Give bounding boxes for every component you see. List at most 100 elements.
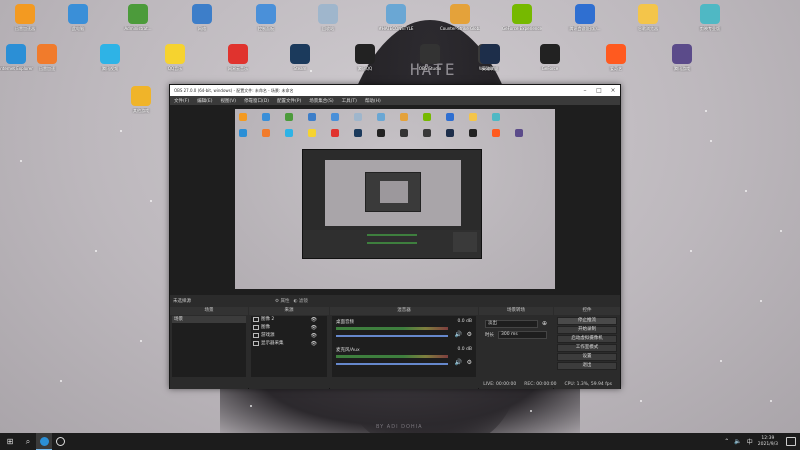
desktop-icon-label: #HATECONSTYLE — [378, 26, 414, 31]
preview-qq-icon — [377, 129, 385, 137]
channel-settings-icon[interactable]: ⚙ — [467, 331, 472, 338]
desktop-icon[interactable]: 腾讯QQ — [345, 44, 385, 72]
menu-item[interactable]: 视图(V) — [220, 98, 236, 104]
visibility-icon[interactable]: 👁 — [311, 340, 317, 348]
tray-expand-icon[interactable]: ⌃ — [724, 438, 729, 445]
preview-steam-icon — [354, 129, 362, 137]
desktop-icon[interactable]: 迅雷加速器 — [5, 4, 45, 32]
volume-fader[interactable] — [336, 335, 448, 337]
transition-select[interactable]: 淡出 — [485, 319, 538, 328]
taskbar-browser-icon[interactable] — [36, 433, 52, 450]
source-item[interactable]: 显示器采集 👁 — [251, 340, 327, 348]
source-label: 游戏源 — [261, 333, 275, 338]
control-button[interactable]: 开始录制 — [557, 326, 617, 334]
control-button[interactable]: 启动虚拟摄像机 — [557, 335, 617, 343]
desktop-icon[interactable]: 腾讯会议(旧版)... — [565, 4, 605, 32]
start-icon[interactable]: ⊞ — [0, 433, 20, 450]
menu-item[interactable]: 编辑(E) — [197, 98, 212, 104]
audio-meter — [336, 327, 448, 330]
filters-button[interactable]: ◐ 滤镜 — [293, 298, 307, 304]
desktop-icon-label: 其他游戏 — [133, 108, 149, 113]
input-language[interactable]: 中 — [747, 437, 753, 446]
properties-button[interactable]: ⚙ 属性 — [271, 298, 293, 304]
control-button[interactable]: 工作室模式 — [557, 344, 617, 352]
desktop-icon[interactable]: 迅雷加速 — [27, 44, 67, 72]
add-transition-icon[interactable]: ⊕ — [542, 320, 547, 327]
desktop-icon[interactable]: 其他游戏 — [121, 86, 161, 114]
control-button[interactable]: 退出 — [557, 362, 617, 370]
menu-item[interactable]: 场景集合(S) — [309, 98, 333, 104]
duration-input[interactable]: 300 ms — [498, 330, 547, 339]
preview-control-panel-icon — [331, 113, 339, 121]
preview-tencent-meeting-icon — [446, 113, 454, 121]
desktop-icon[interactable]: QQ音乐 — [155, 44, 195, 72]
volume-fader[interactable] — [336, 363, 448, 365]
desktop-icon-label: GeForce Experience — [502, 26, 542, 31]
obs-window[interactable]: OBS 27.0.0 (64-bit, windows) - 配置文件: 未命名… — [169, 84, 621, 389]
preview-file-icon — [469, 113, 477, 121]
desktop-icon[interactable]: 谷歌浏览器 — [628, 4, 668, 32]
mute-icon[interactable]: 🔊 — [455, 359, 462, 366]
control-button[interactable]: 停止推流 — [557, 317, 617, 325]
desktop-icon[interactable]: GeForce Experience — [502, 4, 542, 31]
visibility-icon[interactable]: 👁 — [311, 316, 317, 324]
desktop-icon[interactable]: 剪映专业版 — [690, 4, 730, 32]
desktop-icon[interactable]: Steam — [280, 44, 320, 71]
preview-user-folder-icon — [285, 113, 293, 121]
geforce-icon — [512, 4, 532, 24]
preview-thunder-icon — [239, 113, 247, 121]
menu-item[interactable]: 帮助(H) — [365, 98, 381, 104]
desktop-icon[interactable]: 网易云音乐 — [218, 44, 258, 72]
preview-area — [170, 105, 620, 295]
desktop-icon[interactable]: 腾讯游戏 — [662, 44, 702, 72]
preview-geforce-icon — [423, 113, 431, 121]
snowflake — [720, 360, 722, 362]
scene-item[interactable]: 场景 — [172, 316, 246, 323]
desktop-icon[interactable]: Counter-Strike Global Offe... — [440, 4, 480, 31]
desktop-icon[interactable]: 网络 — [182, 4, 222, 32]
preview-obs-icon — [400, 129, 408, 137]
taskbar-obs-icon[interactable] — [52, 433, 68, 450]
source-item[interactable]: 图像 👁 — [251, 324, 327, 332]
channel-settings-icon[interactable]: ⚙ — [467, 359, 472, 366]
visibility-icon[interactable]: 👁 — [311, 324, 317, 332]
snowflake — [20, 160, 22, 162]
desktop-icon[interactable]: 英雄联盟 — [470, 44, 510, 72]
menu-item[interactable]: 配置文件(P) — [277, 98, 301, 104]
desktop-icon[interactable]: 腾讯视频 — [90, 44, 130, 72]
desktop-icon[interactable]: GeForce — [530, 44, 570, 71]
obs-title-text: OBS 27.0.0 (64-bit, windows) - 配置文件: 未命名… — [174, 87, 294, 93]
notification-icon[interactable] — [786, 437, 796, 446]
source-item[interactable]: 游戏源 👁 — [251, 332, 327, 340]
desktop-icon[interactable]: 回收站 — [308, 4, 348, 32]
desktop-icon[interactable]: 爱奇艺 — [596, 44, 636, 72]
desktop-icon[interactable]: Administrat... — [118, 4, 158, 31]
close-icon[interactable]: × — [606, 85, 620, 96]
network-icon — [192, 4, 212, 24]
snowflake — [705, 110, 707, 112]
visibility-icon[interactable]: 👁 — [311, 332, 317, 340]
desktop-icon[interactable]: 此电脑 — [58, 4, 98, 32]
clock[interactable]: 12:39 2021/9/3 — [758, 436, 778, 448]
source-item[interactable]: 图像 2 👁 — [251, 316, 327, 324]
menu-item[interactable]: 停靠窗口(D) — [244, 98, 269, 104]
menu-item[interactable]: 文件(F) — [174, 98, 189, 104]
transitions-dock: 场景转场 淡出 ⊕ 时长 300 ms — [479, 307, 553, 389]
mute-icon[interactable]: 🔊 — [455, 331, 462, 338]
control-button[interactable]: 设置 — [557, 353, 617, 361]
search-icon[interactable]: ⌕ — [20, 433, 36, 450]
volume-icon[interactable]: 🔈 — [734, 438, 741, 445]
snowflake — [770, 400, 772, 402]
maximize-icon[interactable]: □ — [592, 85, 606, 96]
preview-game-icon — [469, 129, 477, 137]
preview-computer-icon — [262, 113, 270, 121]
obs-title-bar[interactable]: OBS 27.0.0 (64-bit, windows) - 配置文件: 未命名… — [170, 85, 620, 96]
desktop-icon[interactable]: OBS Studio — [410, 44, 450, 71]
desktop-icon[interactable]: 控制面板 — [246, 4, 286, 32]
preview-canvas[interactable] — [235, 109, 555, 289]
mixer-channel: 麦克风/Aux 0.0 dB 🔊 ⚙ — [334, 346, 474, 372]
minimize-icon[interactable]: – — [578, 85, 592, 96]
menu-item[interactable]: 工具(T) — [342, 98, 357, 104]
desktop-icon[interactable]: #HATECONSTYLE — [376, 4, 416, 31]
qq-icon — [355, 44, 375, 64]
